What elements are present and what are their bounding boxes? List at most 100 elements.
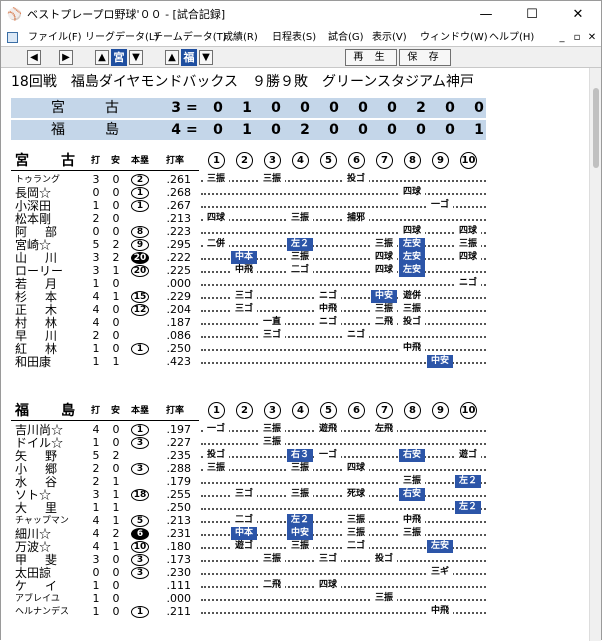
inning-score: 0 (213, 122, 223, 138)
hit-result: 中本 (231, 251, 257, 264)
menu-records[interactable]: 成績(R) (223, 29, 258, 46)
menu-window[interactable]: ウィンドウ(W) (420, 29, 488, 46)
player-row[interactable]: 村 林 4 0 .187 一直 ニゴ 二飛 投ゴ (1, 316, 489, 329)
hit-result: 中安 (371, 290, 397, 303)
title-bar[interactable]: ⚾ ベストプレープロ野球'００ - [試合記録] — ☐ ✕ (1, 1, 601, 29)
player-row[interactable]: 山 川 3 2 20.222 中本 三振 四球 左安 四球 (1, 251, 489, 264)
player-row[interactable]: 長岡☆ 0 0 1.268 四球 (1, 186, 489, 199)
minimize-button[interactable]: — (463, 1, 509, 29)
home-run-count: 18 (131, 489, 149, 501)
player-row[interactable]: 紅 林 1 0 1 .250 中飛 (1, 342, 489, 355)
up-arrow-icon[interactable]: ▲ (95, 50, 109, 65)
player-row[interactable]: 万波☆ 4 1 10 .180 遊ゴ 三振 二ゴ 左安 (1, 540, 489, 553)
player-name: 宮崎☆ (15, 238, 52, 252)
close-button[interactable]: ✕ (555, 1, 601, 29)
hits: 1 (112, 514, 120, 527)
at-bat-result: 三振 (259, 436, 285, 449)
player-row[interactable]: 水 谷 2 1 .179 三振 左２ (1, 475, 489, 488)
maximize-button[interactable]: ☐ (509, 1, 555, 29)
menu-view[interactable]: 表示(V) (372, 29, 407, 46)
inning-number-icon: 5 (320, 402, 337, 419)
inning-number-icon: 9 (432, 152, 449, 169)
player-row[interactable]: トゥラング 3 0 2 .261 三振 三振 投ゴ (1, 173, 489, 186)
at-bats: 1 (92, 277, 100, 290)
at-bat-result: 遊飛 (315, 423, 341, 436)
dotted-leader (201, 599, 486, 601)
at-bat-result: 三振 (455, 238, 481, 251)
menu-schedule[interactable]: 日程表(S) (272, 29, 316, 46)
home-run-count (131, 278, 149, 290)
prev-game-arrow-icon[interactable]: ◀ (27, 50, 41, 65)
player-row[interactable]: 早 川 2 0 .086 三ゴ ニゴ (1, 329, 489, 343)
player-row[interactable]: ヘルナンデス 1 0 1 .211 中飛 (1, 605, 489, 618)
vertical-scrollbar[interactable] (589, 68, 601, 641)
hit-result: 左２ (455, 501, 481, 514)
player-row[interactable]: 小 郷 2 0 3 .288 三振 三振 四球 (1, 462, 489, 475)
at-bat-result: 四球 (455, 225, 481, 238)
player-name: 早 川 (15, 329, 57, 343)
player-row[interactable]: 松本剛 2 0 .213 四球 三振 捕邪 (1, 212, 489, 225)
at-bat-result: 投ゴ (203, 449, 229, 462)
at-bat-result: 二ゴ (343, 540, 369, 553)
player-row[interactable]: アブレイユ 1 0 .000 三振 (1, 592, 489, 605)
player-row[interactable]: 甲 斐 3 0 3 .173 三振 三ゴ 投ゴ (1, 553, 489, 566)
menu-team-data[interactable]: チームデータ(T) (153, 29, 227, 46)
menu-help[interactable]: ヘルプ(H) (489, 29, 534, 46)
player-row[interactable]: 和田康 1 1 .423 中安 (1, 355, 489, 368)
player-row[interactable]: 細川☆ 4 2 6 .231 中本 中安 三振 三振 (1, 527, 489, 540)
home-run-count: 3 (131, 567, 149, 579)
batting-average: .261 (166, 173, 192, 186)
team1-button[interactable]: 宮 (111, 49, 127, 66)
hit-result: 左安 (399, 238, 425, 251)
batting-average: .213 (166, 514, 192, 527)
linescore-row: 宮古 3 = 0 1 0 0 0 0 0 2 0 0 (11, 98, 486, 118)
next-game-arrow-icon[interactable]: ▶ (59, 50, 73, 65)
player-name: トゥラング (15, 175, 61, 185)
player-row[interactable]: ケ イ 1 0 .111 二飛 四球 (1, 579, 489, 592)
player-row[interactable]: 小深田 1 0 1 .267 一ゴ (1, 199, 489, 212)
down-arrow-icon[interactable]: ▼ (129, 50, 143, 65)
menu-file[interactable]: ファイル(F) (28, 29, 82, 46)
document-system-icon[interactable] (7, 32, 18, 43)
player-row[interactable]: 吉川尚☆ 4 0 1 .197 一ゴ 三振 遊飛 左飛 (1, 423, 489, 437)
mdi-close-icon[interactable]: ✕ (585, 29, 599, 46)
player-row[interactable]: 正 木 4 0 12 .204 三ゴ 中飛 三振 三振 (1, 303, 489, 316)
player-row[interactable]: 大 里 1 1 .250 左２ (1, 501, 489, 514)
at-bats: 1 (92, 605, 100, 618)
player-row[interactable]: チャップマン 4 1 5 .213 二ゴ 左２ 三振 中飛 (1, 514, 489, 527)
at-bat-result: 中飛 (427, 605, 453, 618)
player-row[interactable]: ソト☆ 3 1 18 .255 三ゴ 三振 死球 右安 (1, 488, 489, 501)
toolbar: ◀ ▶ ▲ 宮 ▼ ▲ 福 ▼ 再 生 保 存 (1, 46, 601, 68)
menu-league-data[interactable]: リーグデータ(L) (85, 29, 158, 46)
play-button[interactable]: 再 生 (345, 49, 397, 66)
batting-average: .086 (166, 329, 192, 342)
home-run-count: 1 (131, 606, 149, 618)
inning-number-icon: 2 (236, 152, 253, 169)
player-row[interactable]: 阿 部 0 0 8.223 四球 四球 (1, 225, 489, 238)
player-row[interactable]: 矢 野 5 2 .235 投ゴ 右３ 一ゴ 右安 遊ゴ (1, 449, 489, 462)
player-row[interactable]: 杉 本 4 1 15 .229 三ゴ ニゴ 中安 遊併 (1, 290, 489, 303)
save-button[interactable]: 保 存 (399, 49, 451, 66)
menu-game[interactable]: 試合(G) (328, 29, 364, 46)
player-row[interactable]: 若 月 1 0 .000 ニゴ (1, 277, 489, 290)
down-arrow-icon[interactable]: ▼ (199, 50, 213, 65)
at-bat-result: 三振 (259, 553, 285, 566)
batting-average: .295 (166, 238, 192, 251)
at-bat-result: 三振 (203, 462, 229, 475)
hits: 0 (112, 436, 120, 449)
scrollbar-thumb[interactable] (593, 88, 599, 168)
mdi-minimize-icon[interactable]: _ (555, 29, 569, 46)
player-row[interactable]: 太田諒 0 0 3.230 三ギ (1, 566, 489, 579)
window-title: ベストプレープロ野球'００ - [試合記録] (27, 8, 226, 21)
at-bats: 5 (92, 449, 100, 462)
inning-score: 0 (387, 100, 397, 116)
mdi-restore-icon[interactable]: ▫ (570, 29, 584, 46)
player-row[interactable]: 宮崎☆ 5 2 9.295 二併 左２ 三振 左安 三振 (1, 238, 489, 252)
player-name: 吉川尚☆ (15, 423, 64, 437)
column-at-bats: 打 (91, 156, 101, 166)
team2-button[interactable]: 福 (181, 49, 197, 66)
up-arrow-icon[interactable]: ▲ (165, 50, 179, 65)
player-row[interactable]: ローリー 3 1 20 .225 中飛 二ゴ 四球 左安 (1, 264, 489, 277)
batting-average: .255 (166, 488, 192, 501)
player-row[interactable]: ドイル☆ 1 0 3 .227 三振 (1, 436, 489, 449)
